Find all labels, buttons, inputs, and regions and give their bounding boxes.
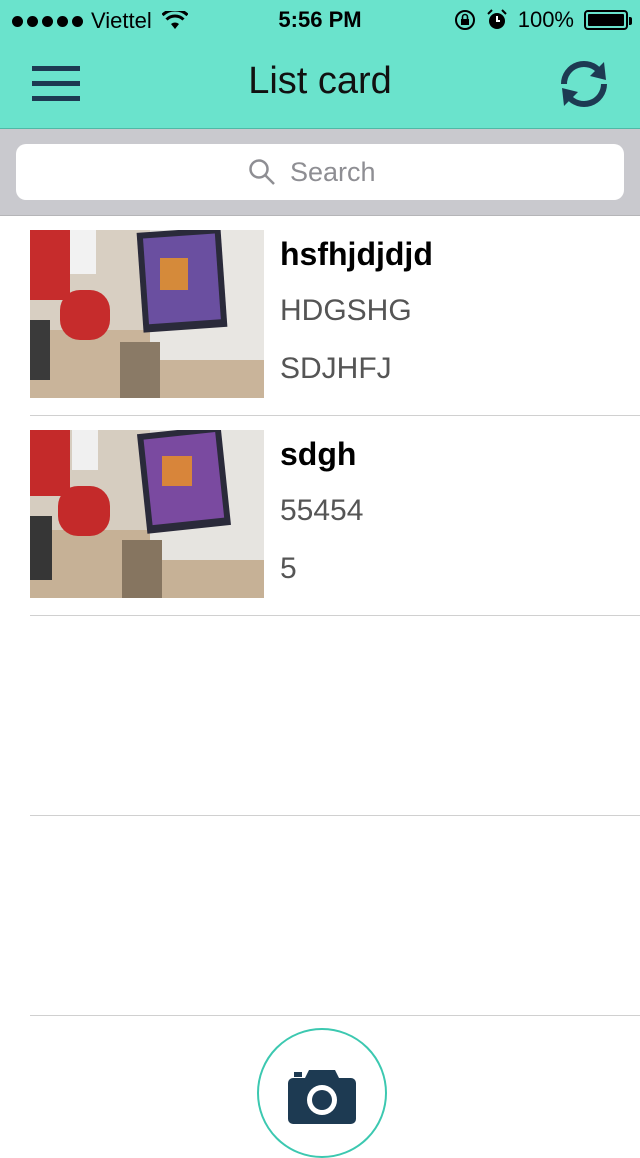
card-subtitle: HDGSHG (280, 294, 412, 327)
status-bar: Viettel 5:56 PM 100% (0, 0, 640, 40)
search-bar (0, 129, 640, 216)
search-input[interactable] (288, 155, 392, 189)
camera-button[interactable] (257, 1028, 387, 1158)
card-detail: SDJHFJ (280, 352, 392, 385)
search-icon (249, 159, 275, 185)
list-item[interactable]: sdgh 55454 5 (30, 416, 640, 616)
empty-row (30, 616, 640, 816)
page-title: List card (248, 60, 392, 102)
card-title: sdgh (280, 436, 357, 472)
search-field[interactable] (16, 144, 624, 200)
card-thumbnail (30, 230, 264, 398)
alarm-icon (487, 9, 507, 29)
card-thumbnail (30, 430, 264, 598)
refresh-icon[interactable] (556, 56, 612, 112)
rotation-lock-icon (454, 10, 475, 30)
battery-percentage: 100% (517, 7, 574, 32)
top-bar: Viettel 5:56 PM 100% List card (0, 0, 640, 129)
card-list: hsfhjdjdjd HDGSHG SDJHFJ sdgh 55454 5 (0, 216, 640, 1016)
battery-icon (584, 10, 632, 30)
card-subtitle: 55454 (280, 494, 364, 527)
status-right: 100% (454, 7, 632, 33)
nav-bar: List card (0, 40, 640, 128)
empty-row (30, 816, 640, 1016)
list-item[interactable]: hsfhjdjdjd HDGSHG SDJHFJ (30, 216, 640, 416)
camera-icon (288, 1070, 356, 1124)
card-detail: 5 (280, 552, 297, 585)
card-title: hsfhjdjdjd (280, 236, 433, 272)
